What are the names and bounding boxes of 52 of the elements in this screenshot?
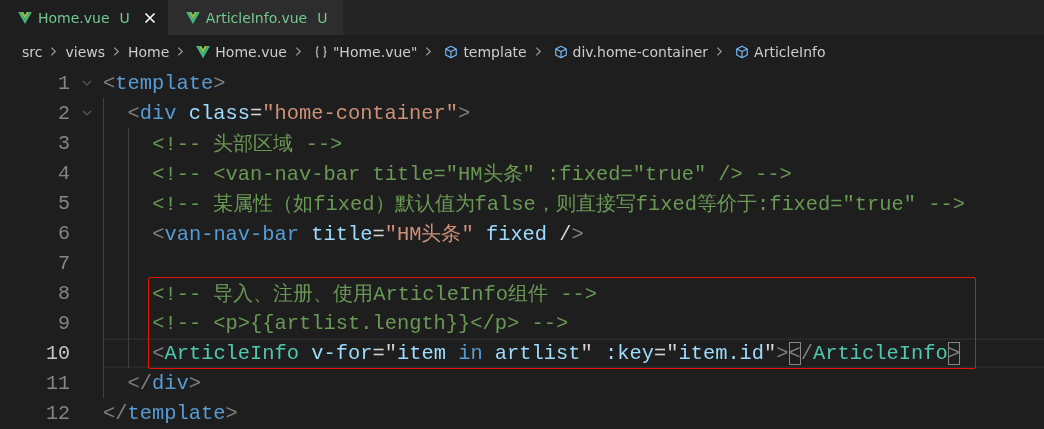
editor-tab[interactable]: ArticleInfo.vue U	[167, 0, 344, 35]
code-line: <!-- <van-nav-bar title="HM头条" :fixed="true" /> -->	[152, 162, 792, 187]
breadcrumb-item[interactable]: Home	[128, 43, 170, 60]
cube-icon	[735, 44, 750, 59]
code-line: <!-- 头部区域 -->	[152, 132, 343, 157]
breadcrumb-item[interactable]: "Home.vue"	[332, 43, 418, 60]
line-number: 2	[57, 101, 70, 125]
code-line: <!-- <p>{{artlist.length}}</p> -->	[152, 311, 569, 335]
close-icon[interactable]	[143, 11, 156, 24]
breadcrumb-item[interactable]: ArticleInfo	[754, 43, 826, 60]
code-line: <div class="home-container">	[127, 101, 471, 125]
code-line: </template>	[103, 401, 238, 425]
breadcrumb-item[interactable]: div.home-container	[572, 43, 709, 60]
tab-label: ArticleInfo.vue	[205, 9, 308, 26]
code-line: <van-nav-bar title="HM头条" fixed />	[152, 222, 584, 247]
line-number: 11	[45, 371, 70, 395]
chevron-right-icon	[113, 46, 120, 57]
git-status: U	[317, 9, 328, 26]
line-number: 5	[57, 191, 70, 215]
cube-icon	[553, 44, 568, 59]
vue-logo-icon	[196, 44, 211, 59]
breadcrumb-item[interactable]: Home.vue	[215, 43, 287, 60]
line-number: 4	[57, 161, 70, 185]
line-number: 6	[57, 221, 70, 245]
git-status: U	[119, 9, 130, 26]
chevron-right-icon	[177, 46, 185, 57]
chevron-right-icon	[425, 46, 433, 57]
editor-tab[interactable]: Home.vue U	[0, 0, 168, 35]
line-number: 10	[45, 341, 70, 365]
tab-label: Home.vue	[38, 9, 110, 26]
line-number: 8	[57, 281, 70, 305]
chevron-right-icon	[534, 46, 542, 57]
code-line: <!-- 导入、注册、使用ArticleInfo组件 -->	[152, 282, 597, 307]
code-line: </div>	[127, 371, 202, 395]
breadcrumb-item[interactable]: views	[65, 43, 105, 60]
braces-icon	[313, 44, 328, 59]
vue-logo-icon	[18, 11, 32, 24]
vue-logo-icon	[185, 11, 200, 24]
code-line: <!-- 某属性（如fixed）默认值为false，则直接写fixed等价于:fixed="true" -->	[152, 192, 965, 217]
code-line: <template>	[103, 71, 226, 95]
line-number: 9	[57, 311, 70, 335]
chevron-right-icon	[50, 46, 58, 57]
line-number: 12	[45, 401, 70, 425]
line-number: 3	[57, 131, 70, 155]
line-number: 7	[57, 251, 70, 275]
cube-icon	[444, 44, 459, 59]
code-line: <ArticleInfo v-for="item in artlist" :key="item.id"></ArticleInfo>	[152, 341, 960, 365]
line-number: 1	[57, 71, 70, 95]
chevron-right-icon	[716, 46, 724, 57]
breadcrumb-item[interactable]: src	[22, 43, 43, 60]
chevron-right-icon	[294, 46, 302, 57]
breadcrumb-item[interactable]: template	[463, 43, 527, 60]
